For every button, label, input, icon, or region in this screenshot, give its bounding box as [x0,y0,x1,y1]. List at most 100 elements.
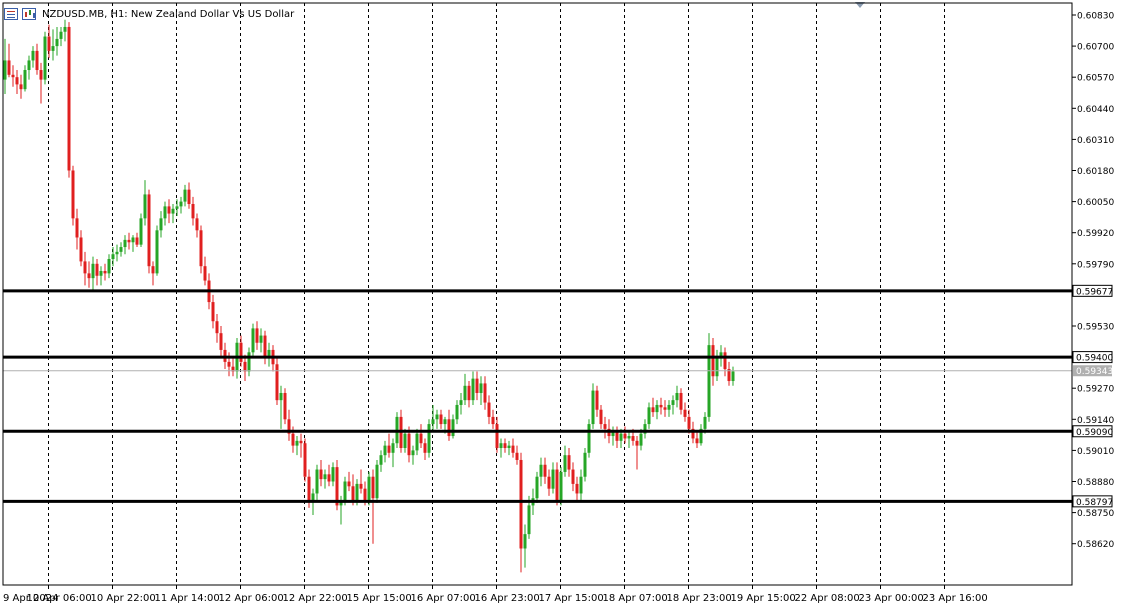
level-price-label: 0.58797 [1076,498,1113,508]
candle-body [563,455,567,472]
candle [475,371,479,401]
candle-body [391,443,395,453]
candle-body [79,237,83,262]
candle-body [583,452,587,477]
candle [515,445,519,465]
candle-body [311,493,315,501]
candle [187,182,191,209]
candle-body [375,464,379,499]
candle [279,385,283,429]
candle [439,409,443,429]
candle-body [387,445,391,453]
candle [127,232,131,250]
candle-body [139,218,143,245]
candle-body [299,440,303,444]
candle-body [455,404,459,420]
candle [331,462,335,487]
candle-body [351,486,355,501]
y-tick-label: 0.59140 [1077,416,1114,426]
candle [115,244,119,262]
candle [595,385,599,417]
candle [423,438,427,460]
candle-body [635,440,639,446]
y-tick-label: 0.58880 [1077,478,1114,488]
candle [175,199,179,216]
candle [651,397,655,417]
candle-body [515,452,519,460]
candle-body [91,263,95,279]
candle-body [87,273,91,279]
candle-body [379,455,383,465]
x-tick-label: 10 Apr 06:00 [27,593,92,603]
candle-body [251,328,255,353]
candle [211,294,215,329]
candle-body [43,36,47,80]
candle-body [431,419,435,425]
candle-body [95,263,99,276]
candle-body [507,445,511,449]
candle [319,459,323,487]
x-tick-label: 18 Apr 07:00 [603,593,668,603]
candle [539,457,543,487]
candle-body [595,390,599,410]
candle [727,361,731,386]
x-tick-label: 12 Apr 22:00 [283,593,348,603]
candle [431,404,435,432]
candle [79,230,83,267]
candle [623,426,627,444]
candle-body [567,455,571,470]
candle-body [627,436,631,439]
candle-body [135,237,139,245]
candle [447,409,451,441]
candle [131,235,135,252]
candle [263,330,267,365]
candle [667,400,671,417]
candle-body [63,26,67,32]
candle [655,400,659,420]
candle-body [107,259,111,274]
candle-body [639,433,643,446]
candlestick-chart[interactable]: 0.59343 0.59677 0.59400 0.59090 0.58797 9 Ap… [0,0,1124,603]
candle-body [67,26,71,171]
candle-body [19,84,23,90]
candle [359,469,363,494]
candle-body [671,400,675,405]
candle-body [315,469,319,494]
candle [315,464,319,501]
candle [615,426,619,449]
candle-body [3,60,7,80]
candle-body [155,230,159,274]
candle [163,201,167,226]
candle-body [47,36,51,51]
candle-body [131,237,135,243]
candle [555,462,559,506]
candle-body [111,254,115,260]
candle-body [687,416,691,429]
candle [283,388,287,425]
candle [259,328,263,353]
candle [567,448,571,477]
grid-layer [48,3,945,585]
candle [67,22,71,178]
x-tick-label: 16 Apr 23:00 [475,593,540,603]
candle [547,469,551,496]
y-tick-label: 0.58620 [1077,540,1114,550]
candle-body [555,469,559,501]
candle [543,457,547,484]
candle [695,431,699,449]
candle [219,326,223,358]
candle-body [703,416,707,429]
candle [519,452,523,573]
candle [43,31,47,85]
candle [467,381,471,408]
candle [699,424,703,446]
candle-body [243,361,247,372]
candle-body [571,469,575,484]
y-tick-label: 0.59270 [1077,385,1114,395]
candle [215,314,219,343]
candle-body [459,400,463,405]
candle-body [543,464,547,477]
candle-body [451,419,455,437]
candle [647,402,651,429]
candle [155,225,159,276]
